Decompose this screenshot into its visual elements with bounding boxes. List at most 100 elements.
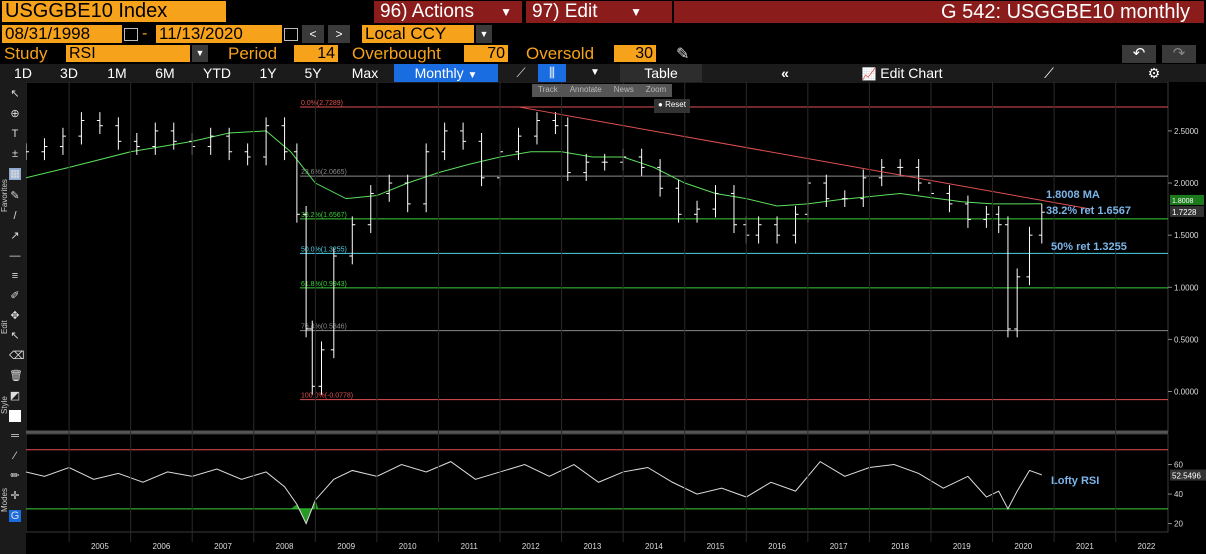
period-input[interactable]: 14 — [294, 45, 338, 62]
highlighter-icon[interactable]: ✏ — [9, 470, 21, 482]
fib-icon[interactable]: ≡ — [9, 270, 21, 282]
reset-button[interactable]: ● Reset — [654, 99, 690, 113]
edit-chart-button[interactable]: 📈 Edit Chart — [842, 64, 962, 82]
gear-icon[interactable]: ⚙ — [1144, 64, 1164, 82]
actions-label: 96) Actions — [380, 1, 474, 22]
reset-label: Reset — [665, 100, 686, 109]
move-icon[interactable]: ✥ — [9, 310, 21, 322]
fib-382-annotation: 38.2% ret 1.6567 — [1046, 205, 1131, 217]
reset-icon: ● — [658, 100, 663, 109]
hline-icon[interactable]: — — [9, 250, 21, 262]
ticker-field[interactable]: USGGBE10 Index — [2, 1, 226, 22]
rsi-y-tick-label: 20 — [1174, 520, 1183, 529]
annotate-button[interactable]: Annotate — [564, 84, 608, 97]
chevron-down-icon[interactable]: ▼ — [590, 64, 606, 82]
edit-label: 97) Edit — [532, 1, 598, 22]
select-icon[interactable]: ↖ — [9, 330, 21, 342]
trash-icon[interactable]: 🗑 — [9, 370, 23, 382]
calendar-icon[interactable] — [284, 28, 298, 41]
x-tick-label: 2011 — [461, 542, 479, 551]
currency-select[interactable]: Local CCY — [362, 25, 474, 43]
draw-icon[interactable]: ✐ — [9, 290, 21, 302]
x-tick-label: 2008 — [276, 542, 294, 551]
pencil-icon[interactable]: ✎ — [676, 44, 689, 64]
redo-button[interactable]: ↷ — [1162, 45, 1196, 63]
end-date-field[interactable]: 11/13/2020 — [156, 25, 282, 43]
zoom-button[interactable]: Zoom — [640, 84, 672, 97]
tab-ytd[interactable]: YTD — [196, 64, 238, 82]
x-tick-label: 2006 — [153, 542, 171, 551]
study-label: Study — [4, 44, 48, 63]
y-tick-label: 1.0000 — [1174, 283, 1199, 292]
y-tick-label: 2.0000 — [1174, 179, 1199, 188]
next-period-button[interactable]: > — [328, 25, 350, 43]
line-icon[interactable]: / — [9, 210, 21, 222]
fib-level-label: 100.0%(-0.0778) — [301, 393, 353, 400]
y-tick-label: 0.0000 — [1174, 388, 1199, 397]
line-style-icon[interactable]: ═ — [9, 430, 21, 442]
chevron-down-icon[interactable]: ▼ — [476, 25, 492, 43]
edit-menu-button[interactable]: 97) Edit ▼ — [526, 1, 672, 23]
news-button[interactable]: News — [608, 84, 640, 97]
tab-1m[interactable]: 1M — [100, 64, 134, 82]
tab-6m[interactable]: 6M — [146, 64, 184, 82]
calendar-icon[interactable] — [124, 28, 138, 41]
x-tick-label: 2018 — [891, 542, 909, 551]
slash-icon[interactable]: ⁄ — [9, 450, 21, 462]
ray-icon[interactable]: ↗ — [9, 230, 21, 242]
color-box-icon[interactable] — [9, 410, 21, 422]
chevron-down-icon[interactable]: ▼ — [192, 45, 208, 62]
cursor-icon[interactable]: ↖ — [9, 88, 21, 100]
x-tick-label: 2007 — [214, 542, 232, 551]
line-chart-icon[interactable]: ⟋ — [508, 64, 534, 82]
trend-tool-icon[interactable]: ⟋ — [1038, 64, 1060, 82]
chevron-down-icon: ▼ — [500, 5, 512, 19]
ma-annotation: 1.8008 MA — [1046, 189, 1100, 201]
table-button[interactable]: Table — [620, 64, 702, 82]
zoom-icon[interactable]: ⊕ — [9, 108, 21, 120]
tab-3d[interactable]: 3D — [52, 64, 86, 82]
fib-level-label: 38.2%(1.6567) — [301, 212, 347, 219]
text-icon[interactable]: T — [9, 128, 21, 140]
actions-menu-button[interactable]: 96) Actions ▼ — [374, 1, 522, 23]
oversold-label: Oversold — [526, 44, 595, 63]
tab-1d[interactable]: 1D — [6, 64, 40, 82]
undo-button[interactable]: ↶ — [1122, 45, 1156, 63]
measure-icon[interactable]: ± — [9, 148, 21, 160]
overbought-input[interactable]: 70 — [464, 45, 508, 62]
collapse-button[interactable]: « — [772, 64, 798, 82]
oversold-input[interactable]: 30 — [614, 45, 656, 62]
pen-icon[interactable]: ✎ — [9, 190, 21, 202]
tab-5y[interactable]: 5Y — [296, 64, 330, 82]
x-tick-label: 2022 — [1138, 542, 1156, 551]
x-tick-label: 2014 — [645, 542, 663, 551]
x-tick-label: 2010 — [399, 542, 417, 551]
bar-chart-icon[interactable]: ⫼ — [538, 64, 566, 82]
track-button[interactable]: Track — [532, 84, 564, 97]
highlight-icon[interactable]: ▦ — [9, 168, 21, 180]
frequency-select[interactable]: Monthly ▼ — [394, 64, 498, 82]
modes-label: Modes — [0, 487, 9, 512]
drawing-toolbar: ↖ ⊕ T ± ▦ Favorites ✎ / ↗ — ≡ ✐ Edit ✥ ↖… — [0, 82, 26, 554]
start-date-field[interactable]: 08/31/1998 — [2, 25, 122, 43]
rsi-y-tick-label: 60 — [1174, 461, 1183, 470]
globe-icon[interactable]: G — [9, 510, 21, 522]
chevron-down-icon: ▼ — [467, 70, 478, 81]
pattern-icon[interactable]: ◩ — [9, 390, 21, 402]
chevron-down-icon: ▼ — [630, 5, 642, 19]
prev-period-button[interactable]: < — [302, 25, 324, 43]
tab-1y[interactable]: 1Y — [252, 64, 284, 82]
x-tick-label: 2005 — [91, 542, 109, 551]
style-label: Style — [0, 396, 9, 414]
last-value-label: 1.7228 — [1172, 208, 1197, 217]
erase-icon[interactable]: ⌫ — [9, 350, 25, 362]
crosshair-icon[interactable]: ✛ — [9, 490, 21, 502]
study-select[interactable]: RSI — [66, 45, 190, 62]
price-chart[interactable]: 0.0%(2.7289) 23.6%(2.0665) 38.2%(1.6567) 50… — [26, 82, 1206, 554]
x-tick-label: 2009 — [337, 542, 355, 551]
fib-50-annotation: 50% ret 1.3255 — [1051, 241, 1127, 253]
mini-toolbar: Track Annotate News Zoom — [532, 84, 673, 97]
page-title: G 542: USGGBE10 monthly — [674, 1, 1204, 23]
fib-level-label: 61.8%(0.9943) — [301, 281, 347, 288]
tab-max[interactable]: Max — [342, 64, 388, 82]
